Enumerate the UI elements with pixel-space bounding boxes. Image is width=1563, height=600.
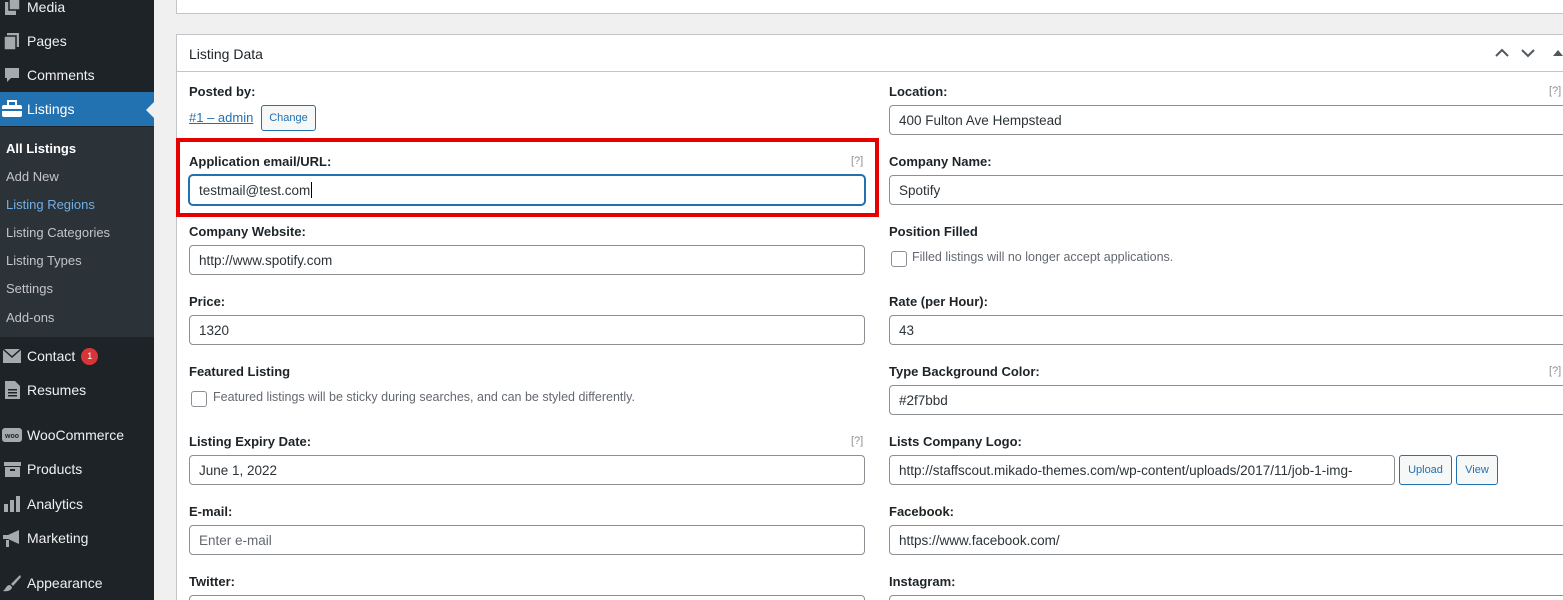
type-bg-color-input[interactable]: #2f7bbd — [889, 385, 1563, 415]
posted-by-link[interactable]: #1 – admin — [189, 110, 253, 125]
menu-marketing[interactable]: Marketing — [0, 521, 154, 555]
facebook-input[interactable]: https://www.facebook.com/ — [889, 525, 1563, 555]
archive-icon — [0, 461, 27, 477]
twitter-input[interactable] — [189, 595, 865, 600]
facebook-label: Facebook: — [889, 504, 955, 519]
listings-submenu: All Listings Add New Listing Regions Lis… — [0, 127, 154, 337]
posted-by-label: Posted by: — [189, 84, 256, 99]
menu-analytics-label: Analytics — [27, 496, 84, 512]
application-email-value: testmail@test.com — [199, 182, 311, 198]
menu-analytics[interactable]: Analytics — [0, 487, 154, 521]
menu-resumes-label: Resumes — [27, 382, 87, 398]
rate-input[interactable]: 43 — [889, 315, 1563, 345]
application-email-input[interactable]: testmail@test.com — [189, 175, 865, 205]
company-website-input[interactable]: http://www.spotify.com — [189, 245, 865, 275]
email-label: E-mail: — [189, 504, 233, 519]
woocommerce-icon: woo — [0, 428, 27, 442]
submenu-listing-categories[interactable]: Listing Categories — [6, 225, 110, 240]
move-down-icon[interactable] — [1519, 44, 1537, 62]
featured-listing-checkbox[interactable] — [191, 391, 207, 407]
expiry-date-input[interactable]: June 1, 2022 — [189, 455, 865, 485]
menu-pages[interactable]: Pages — [0, 24, 154, 58]
paintbrush-icon — [0, 574, 27, 592]
type-bg-color-label: Type Background Color: — [889, 364, 1040, 379]
menu-listings[interactable]: Listings — [0, 92, 154, 126]
move-up-icon[interactable] — [1493, 44, 1511, 62]
menu-pages-label: Pages — [27, 33, 67, 49]
menu-resumes[interactable]: Resumes — [0, 373, 154, 407]
document-icon — [0, 381, 27, 399]
expiry-date-help[interactable]: [?] — [851, 435, 863, 447]
change-author-button[interactable]: Change — [261, 105, 316, 131]
company-name-input[interactable]: Spotify — [889, 175, 1563, 205]
admin-sidebar: Media Pages Comments Listings All Listin… — [0, 0, 154, 600]
instagram-label: Instagram: — [889, 574, 956, 589]
comments-icon — [0, 67, 27, 83]
menu-comments-label: Comments — [27, 67, 95, 83]
bar-chart-icon — [0, 496, 27, 512]
menu-contact-label: Contact — [27, 348, 76, 364]
price-label: Price: — [189, 294, 226, 309]
location-input[interactable]: 400 Fulton Ave Hempstead — [889, 105, 1563, 135]
submenu-all-listings[interactable]: All Listings — [6, 141, 76, 156]
mail-icon — [0, 349, 27, 363]
submenu-listing-regions[interactable]: Listing Regions — [6, 197, 95, 212]
location-help[interactable]: [?] — [1549, 85, 1561, 97]
position-filled-label: Position Filled — [889, 224, 978, 239]
company-logo-input[interactable]: http://staffscout.mikado-themes.com/wp-c… — [889, 455, 1395, 485]
twitter-label: Twitter: — [189, 574, 235, 589]
menu-appearance-label: Appearance — [27, 575, 103, 591]
metabox-header: Listing Data — [177, 35, 1563, 72]
instagram-input[interactable] — [889, 595, 1563, 600]
location-label: Location: — [889, 84, 948, 99]
company-logo-label: Lists Company Logo: — [889, 434, 1022, 449]
menu-media[interactable]: Media — [0, 0, 154, 24]
menu-comments[interactable]: Comments — [0, 58, 154, 92]
collapse-toggle-icon[interactable] — [1549, 44, 1563, 62]
menu-products-label: Products — [27, 461, 83, 477]
rate-label: Rate (per Hour): — [889, 294, 988, 309]
featured-listing-label: Featured Listing — [189, 364, 291, 379]
application-email-help[interactable]: [?] — [851, 155, 863, 167]
metabox-title: Listing Data — [189, 46, 263, 62]
menu-media-label: Media — [27, 0, 66, 15]
submenu-add-new[interactable]: Add New — [6, 169, 59, 184]
menu-woocommerce-label: WooCommerce — [27, 427, 124, 443]
menu-woocommerce[interactable]: woo WooCommerce — [0, 418, 154, 452]
upload-logo-button[interactable]: Upload — [1399, 455, 1452, 485]
briefcase-icon — [0, 100, 27, 118]
submenu-add-ons[interactable]: Add-ons — [6, 310, 54, 325]
menu-marketing-label: Marketing — [27, 530, 89, 546]
previous-metabox — [176, 0, 1563, 14]
company-website-label: Company Website: — [189, 224, 306, 239]
megaphone-icon — [0, 529, 27, 547]
view-logo-button[interactable]: View — [1456, 455, 1498, 485]
price-input[interactable]: 1320 — [189, 315, 865, 345]
position-filled-description: Filled listings will no longer accept ap… — [912, 250, 1174, 264]
expiry-date-label: Listing Expiry Date: — [189, 434, 312, 449]
company-name-label: Company Name: — [889, 154, 992, 169]
featured-listing-description: Featured listings will be sticky during … — [213, 390, 635, 404]
menu-listings-label: Listings — [27, 101, 75, 117]
text-caret — [311, 182, 313, 198]
contact-count-badge: 1 — [81, 347, 99, 365]
woocommerce-icon-text: woo — [4, 433, 19, 440]
media-icon — [0, 0, 27, 16]
submenu-listing-types[interactable]: Listing Types — [6, 253, 82, 268]
pages-icon — [0, 32, 27, 50]
email-input[interactable]: Enter e-mail — [189, 525, 865, 555]
type-bg-color-help[interactable]: [?] — [1549, 365, 1561, 377]
application-email-label: Application email/URL: — [189, 154, 332, 169]
submenu-settings[interactable]: Settings — [6, 281, 53, 296]
menu-appearance[interactable]: Appearance — [0, 566, 154, 600]
menu-products[interactable]: Products — [0, 452, 154, 486]
position-filled-checkbox[interactable] — [891, 251, 907, 267]
menu-contact[interactable]: Contact 1 — [0, 339, 154, 373]
